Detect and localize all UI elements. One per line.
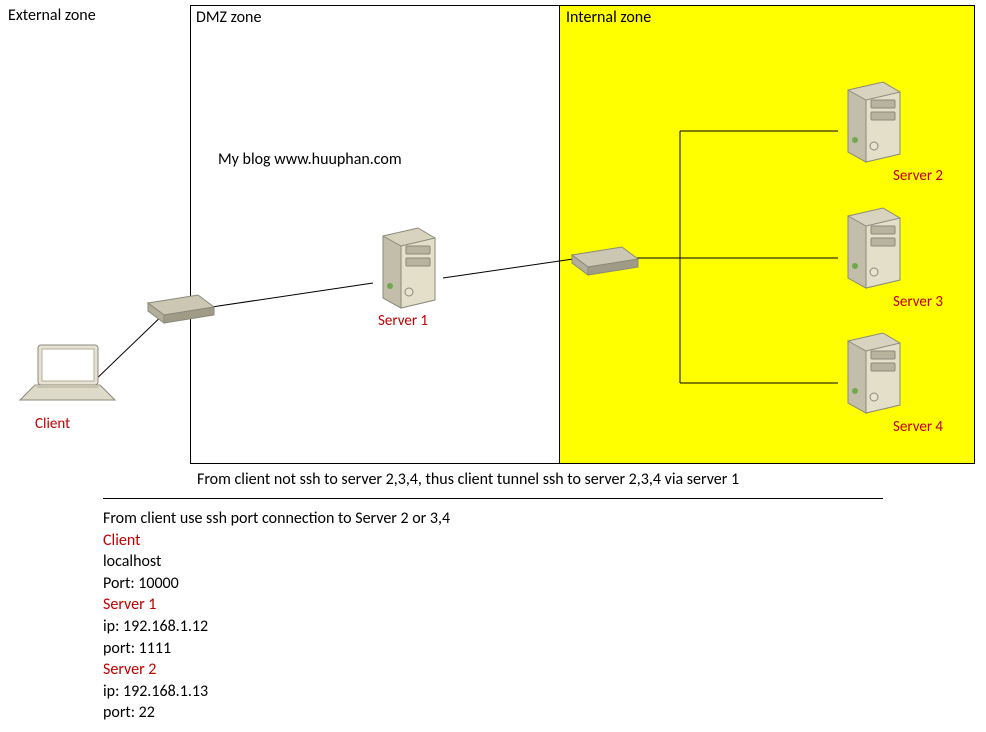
info-server1-heading: Server 1 xyxy=(103,594,883,616)
external-zone-label: External zone xyxy=(8,6,96,25)
laptop-icon xyxy=(20,345,115,400)
connection-info-block: From client use ssh port connection to S… xyxy=(103,508,883,724)
server1-label: Server 1 xyxy=(378,312,428,330)
server3-label: Server 3 xyxy=(893,293,943,311)
divider-line xyxy=(103,498,883,499)
info-client-port: Port: 10000 xyxy=(103,573,883,595)
info-server1-ip: ip: 192.168.1.12 xyxy=(103,616,883,638)
info-client-heading: Client xyxy=(103,530,883,552)
dmz-zone-label: DMZ zone xyxy=(196,8,261,27)
blog-text: My blog www.huuphan.com xyxy=(218,150,402,169)
server4-label: Server 4 xyxy=(893,418,943,436)
info-server2-port: port: 22 xyxy=(103,702,883,724)
info-server1-port: port: 1111 xyxy=(103,638,883,660)
server2-label: Server 2 xyxy=(893,167,943,185)
info-client-host: localhost xyxy=(103,551,883,573)
info-title: From client use ssh port connection to S… xyxy=(103,508,883,530)
info-server2-heading: Server 2 xyxy=(103,659,883,681)
client-label: Client xyxy=(35,415,70,433)
dmz-zone-box xyxy=(190,5,560,464)
internal-zone-label: Internal zone xyxy=(566,8,651,27)
info-server2-ip: ip: 192.168.1.13 xyxy=(103,681,883,703)
diagram-caption: From client not ssh to server 2,3,4, thu… xyxy=(197,470,739,489)
internal-zone-box xyxy=(559,5,975,464)
